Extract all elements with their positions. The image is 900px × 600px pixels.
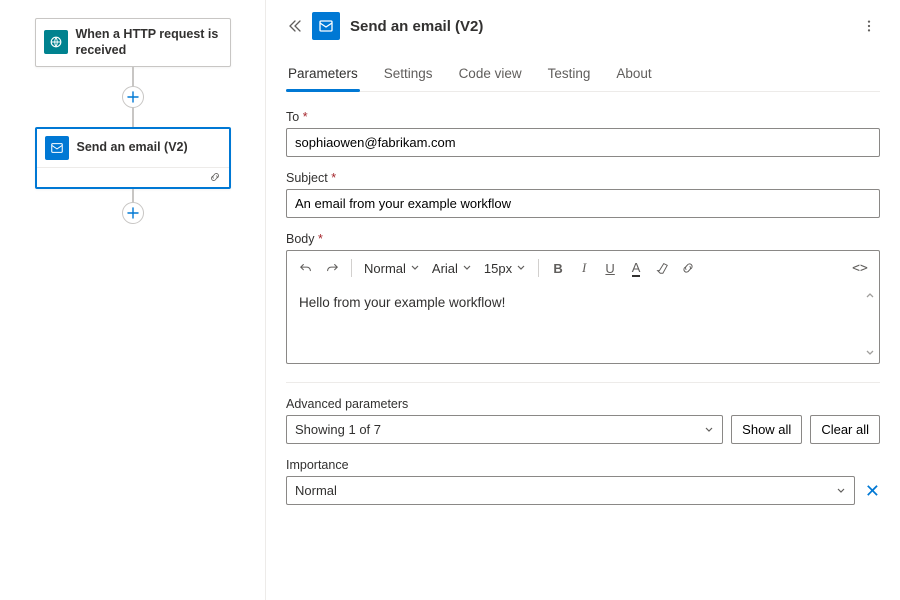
connector-line bbox=[132, 189, 134, 203]
redo-button[interactable] bbox=[321, 257, 343, 279]
style-select[interactable]: Normal bbox=[360, 261, 424, 276]
italic-button[interactable]: I bbox=[573, 257, 595, 279]
panel-title: Send an email (V2) bbox=[350, 18, 848, 35]
divider bbox=[286, 382, 880, 383]
body-editor: Normal Arial 15px B I U A <> Hello from … bbox=[286, 250, 880, 364]
advanced-showing-text: Showing 1 of 7 bbox=[295, 422, 381, 437]
tab-testing[interactable]: Testing bbox=[546, 58, 593, 91]
workflow-canvas: When a HTTP request is received Send an … bbox=[0, 0, 265, 600]
body-textarea[interactable]: Hello from your example workflow! bbox=[287, 285, 879, 363]
to-input[interactable] bbox=[286, 128, 880, 157]
tab-settings[interactable]: Settings bbox=[382, 58, 435, 91]
remove-importance-button[interactable]: ✕ bbox=[865, 482, 880, 500]
advanced-dropdown[interactable]: Showing 1 of 7 bbox=[286, 415, 723, 444]
add-step-button-2[interactable] bbox=[122, 202, 144, 224]
font-select[interactable]: Arial bbox=[428, 261, 476, 276]
size-select[interactable]: 15px bbox=[480, 261, 530, 276]
to-label: To * bbox=[286, 110, 880, 124]
scrollbar[interactable] bbox=[865, 291, 875, 357]
importance-label: Importance bbox=[286, 458, 880, 472]
node-http-trigger[interactable]: When a HTTP request is received bbox=[35, 18, 231, 67]
body-label: Body * bbox=[286, 232, 880, 246]
tab-parameters[interactable]: Parameters bbox=[286, 58, 360, 91]
tabs: Parameters Settings Code view Testing Ab… bbox=[286, 58, 880, 92]
advanced-label: Advanced parameters bbox=[286, 397, 880, 411]
http-icon bbox=[44, 30, 68, 54]
link-button[interactable] bbox=[677, 257, 699, 279]
clear-all-button[interactable]: Clear all bbox=[810, 415, 880, 444]
tab-code-view[interactable]: Code view bbox=[457, 58, 524, 91]
add-step-button-1[interactable] bbox=[122, 86, 144, 108]
separator bbox=[538, 259, 539, 277]
connector-line bbox=[132, 107, 134, 127]
undo-button[interactable] bbox=[295, 257, 317, 279]
collapse-panel-button[interactable] bbox=[286, 18, 302, 34]
highlight-button[interactable] bbox=[651, 257, 673, 279]
link-icon bbox=[209, 171, 221, 183]
connector-line bbox=[132, 67, 134, 87]
importance-value: Normal bbox=[295, 483, 337, 498]
outlook-icon bbox=[312, 12, 340, 40]
chevron-down-icon bbox=[836, 486, 846, 496]
outlook-icon bbox=[45, 136, 69, 160]
action-panel: Send an email (V2) Parameters Settings C… bbox=[265, 0, 900, 600]
show-all-button[interactable]: Show all bbox=[731, 415, 802, 444]
code-toggle-button[interactable]: <> bbox=[849, 257, 871, 279]
bold-button[interactable]: B bbox=[547, 257, 569, 279]
more-menu-button[interactable] bbox=[858, 15, 880, 37]
separator bbox=[351, 259, 352, 277]
subject-input[interactable] bbox=[286, 189, 880, 218]
chevron-down-icon bbox=[704, 425, 714, 435]
tab-about[interactable]: About bbox=[614, 58, 653, 91]
node-email-label: Send an email (V2) bbox=[77, 139, 188, 155]
subject-label: Subject * bbox=[286, 171, 880, 185]
node-http-label: When a HTTP request is received bbox=[76, 26, 222, 59]
node-send-email[interactable]: Send an email (V2) bbox=[35, 127, 231, 189]
font-color-button[interactable]: A bbox=[625, 257, 647, 279]
underline-button[interactable]: U bbox=[599, 257, 621, 279]
body-content: Hello from your example workflow! bbox=[299, 295, 505, 310]
importance-select[interactable]: Normal bbox=[286, 476, 855, 505]
